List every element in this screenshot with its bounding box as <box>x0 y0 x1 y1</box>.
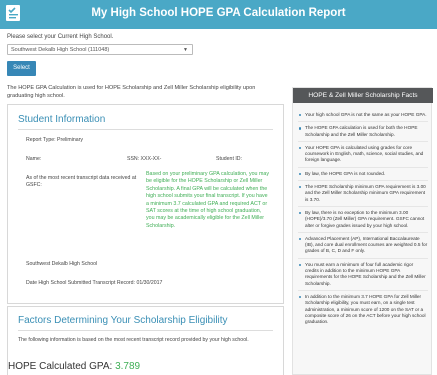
school-select-value: Southwest Dekalb High School (111048) <box>11 47 110 53</box>
student-information-heading: Student Information <box>18 114 106 125</box>
fact-item: In addition to the minimum 3.7 HOPE GPA … <box>293 294 433 325</box>
page-title: My High School HOPE GPA Calculation Repo… <box>91 7 346 19</box>
hope-gpa-row: HOPE Calculated GPA: 3.789 <box>8 361 140 372</box>
fact-item: You must earn a minimum of four full aca… <box>293 262 433 287</box>
fact-item: By law, the HOPE GPA is not rounded. <box>293 171 433 177</box>
factors-heading: Factors Determining Your Scholarship Eli… <box>18 315 228 326</box>
facts-list: Your high school GPA is not the same as … <box>293 112 433 330</box>
divider <box>298 289 428 291</box>
scholarship-facts-heading: HOPE & Zell Miller Scholarship Facts <box>293 88 433 103</box>
fact-item: The HOPE GPA calculation is used for bot… <box>293 125 433 138</box>
divider <box>298 180 428 182</box>
fact-item: Your HOPE GPA is calculated using grades… <box>293 145 433 164</box>
transcript-date-label: Date High School Submitted Transcript Re… <box>26 280 135 286</box>
factors-subtext: The following information is based on th… <box>18 337 249 343</box>
student-information-panel: Student Information Report Type: Prelimi… <box>7 104 284 304</box>
divider <box>298 121 428 123</box>
transcript-date-value: 01/30/2017 <box>136 280 163 286</box>
intro-text: The HOPE GPA Calculation is used for HOP… <box>7 85 256 99</box>
as-of-label: As of the most recent transcript data re… <box>26 175 137 189</box>
divider <box>298 166 428 168</box>
select-button[interactable]: Select <box>7 61 36 76</box>
divider <box>18 330 273 331</box>
page-header: My High School HOPE GPA Calculation Repo… <box>0 0 437 29</box>
eligibility-message: Based on your preliminary GPA calculatio… <box>146 171 269 229</box>
school-select-label: Please select your Current High School. <box>7 34 114 40</box>
school-select[interactable]: Southwest Dekalb High School (111048) ▼ <box>7 44 193 55</box>
divider <box>298 205 428 207</box>
scholarship-facts-sidebar: HOPE & Zell Miller Scholarship Facts You… <box>292 87 433 375</box>
fact-item: By law, there is no exception to the min… <box>293 210 433 229</box>
fact-item: Your high school GPA is not the same as … <box>293 112 433 118</box>
high-school-name: Southwest Dekalb High School <box>26 261 98 267</box>
student-id-label: Student ID: <box>216 156 242 162</box>
divider <box>18 129 273 130</box>
chevron-down-icon: ▼ <box>183 47 188 53</box>
ssn-label: SSN: XXX-XX- <box>127 156 162 162</box>
hope-gpa-label: HOPE Calculated GPA: <box>8 361 113 372</box>
transcript-date: Date High School Submitted Transcript Re… <box>26 280 162 286</box>
name-label: Name: <box>26 156 42 162</box>
divider <box>298 257 428 259</box>
fact-item: The HOPE Scholarship minimum GPA require… <box>293 184 433 203</box>
divider <box>298 231 428 233</box>
report-type-label: Report Type: Preliminary <box>26 137 83 143</box>
divider <box>298 140 428 142</box>
hope-gpa-value: 3.789 <box>115 361 141 372</box>
fact-item: Advanced Placement (AP), International B… <box>293 236 433 255</box>
